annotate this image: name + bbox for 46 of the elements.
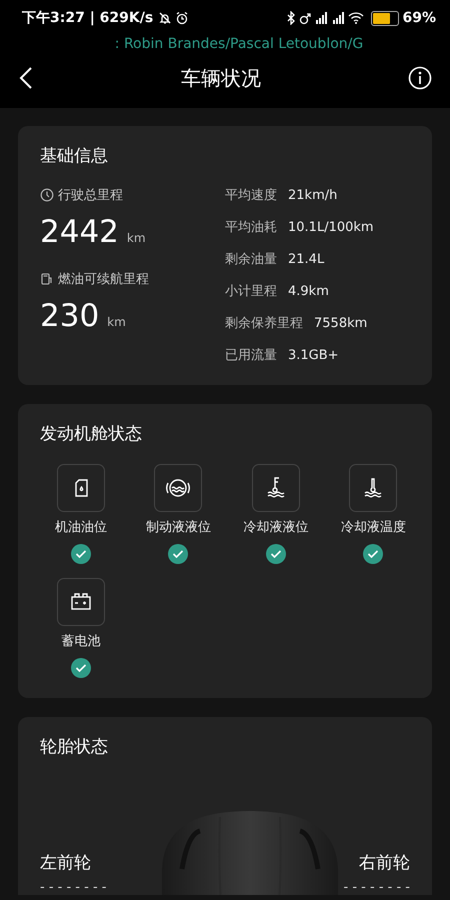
- unit-label: km: [126, 231, 146, 245]
- section-title: 发动机舱状态: [40, 423, 143, 446]
- section-title: 轮胎状态: [40, 736, 109, 759]
- status-time: 下午3:27 | 629K/s: [22, 9, 154, 27]
- song-ticker: : Robin Brandes/Pascal Letoublon/G: [114, 36, 364, 52]
- info-icon: [408, 66, 432, 90]
- status-label: 蓄电池: [61, 633, 100, 650]
- status-label: 冷却液液位: [243, 519, 308, 536]
- stat-label: 平均速度: [225, 187, 277, 205]
- back-icon: [18, 66, 34, 90]
- stat-label: 燃油可续航里程: [58, 271, 149, 288]
- alarm-icon: [175, 11, 190, 25]
- status-label: 制动液液位: [146, 519, 211, 536]
- stat-value: 2442: [40, 214, 119, 250]
- stat-value: 7558km: [314, 315, 368, 333]
- stat-value: 3.1GB+: [288, 347, 339, 365]
- section-title: 基础信息: [40, 145, 109, 168]
- tire-label: 左前轮: [40, 852, 92, 874]
- battery-icon: [371, 10, 400, 26]
- stat-label: 行驶总里程: [58, 187, 123, 204]
- male-symbol-icon: [299, 11, 312, 25]
- tire-label: 右前轮: [358, 852, 410, 874]
- stat-label: 剩余油量: [225, 251, 277, 269]
- signal-icon: [331, 11, 346, 25]
- signal-icon: [314, 11, 328, 25]
- stat-label: 剩余保养里程: [225, 315, 303, 333]
- stat-value: 21km/h: [288, 187, 338, 205]
- stat-label: 平均油耗: [225, 219, 277, 237]
- tire-pressure: - - - - - - - -: [40, 880, 106, 895]
- fuel-pump-icon: [40, 272, 54, 286]
- page-title: 车辆状况: [180, 64, 262, 92]
- stat-value: 21.4L: [288, 251, 324, 269]
- bell-off-icon: [158, 11, 172, 25]
- wifi-icon: [348, 11, 364, 25]
- battery-percent: 69%: [402, 10, 436, 26]
- tire-pressure: - - - - - - - -: [344, 880, 410, 895]
- bluetooth-icon: [286, 11, 296, 25]
- status-label: 冷却液温度: [340, 519, 406, 536]
- stat-value: 230: [40, 298, 100, 334]
- stat-value: 4.9km: [288, 283, 329, 301]
- status-label: 机油油位: [54, 519, 107, 536]
- stat-value: 10.1L/100km: [288, 219, 374, 237]
- gauge-icon: [40, 188, 54, 202]
- unit-label: km: [107, 315, 126, 329]
- stat-label: 小计里程: [225, 283, 277, 301]
- stat-label: 已用流量: [225, 347, 277, 365]
